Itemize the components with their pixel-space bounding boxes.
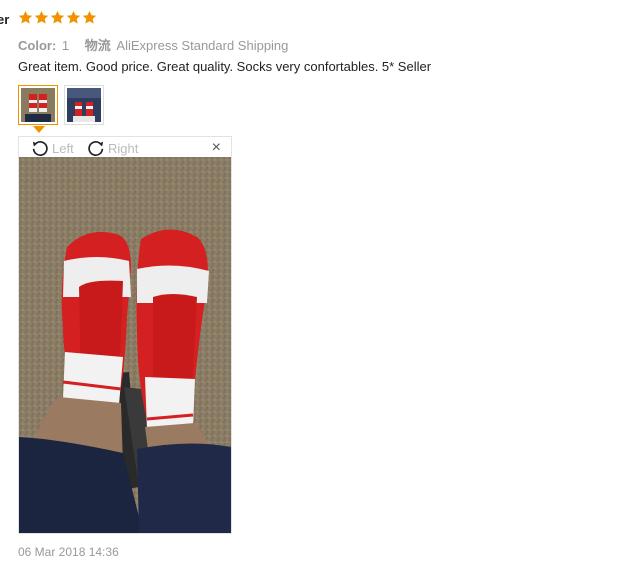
close-icon[interactable]: ×: [212, 139, 221, 157]
image-viewer: Left Right ×: [18, 136, 232, 534]
thumbnail-photo: [67, 88, 101, 122]
rotate-left-icon: [32, 141, 48, 156]
thumbnail-photo: [21, 88, 55, 122]
review-text: Great item. Good price. Great quality. S…: [18, 59, 432, 74]
color-value: 1: [61, 38, 70, 53]
rotate-right-icon: [88, 141, 104, 156]
rotate-right-label: Right: [108, 140, 139, 156]
star-icon: [50, 10, 65, 24]
review-thumbnails: [18, 85, 104, 125]
rotate-left-label: Left: [52, 140, 74, 156]
shipping-value: AliExpress Standard Shipping: [116, 38, 289, 53]
order-info: Color: 1 物流 AliExpress Standard Shipping: [18, 35, 288, 54]
star-icon: [82, 10, 97, 24]
review-photo[interactable]: [19, 157, 231, 533]
star-icon: [18, 10, 33, 24]
star-icon: [34, 10, 49, 24]
active-thumbnail-pointer: [33, 126, 45, 133]
shipping-label: 物流: [84, 38, 111, 53]
star-icon: [66, 10, 81, 24]
rotate-right-button[interactable]: Right: [85, 138, 138, 158]
viewer-toolbar: Left Right ×: [19, 137, 231, 157]
rating-stars: [18, 10, 97, 25]
review-date: 06 Mar 2018 14:36: [18, 545, 119, 559]
thumbnail-2[interactable]: [64, 85, 104, 125]
thumbnail-1[interactable]: [18, 85, 58, 125]
review-user-label: er: [0, 12, 10, 27]
rotate-left-button[interactable]: Left: [29, 138, 74, 158]
color-label: Color:: [18, 38, 57, 53]
